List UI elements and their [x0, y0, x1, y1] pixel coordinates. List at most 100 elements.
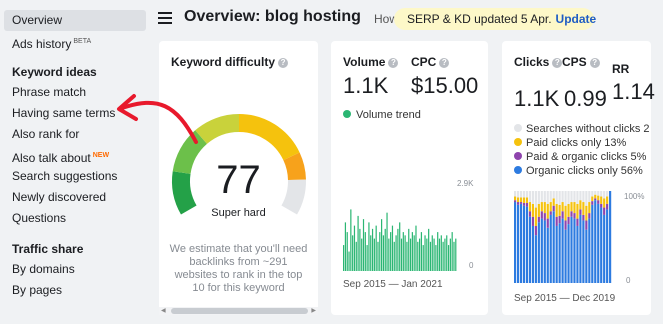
- clicks-bar-segment: [588, 202, 591, 214]
- clicks-bar-segment: [582, 191, 585, 203]
- clicks-bar-segment: [537, 222, 540, 283]
- scrollbar-thumb[interactable]: [171, 308, 308, 314]
- clicks-bar-segment: [514, 202, 517, 283]
- volume-bar: [408, 228, 410, 271]
- clicks-bar-segment: [603, 214, 606, 283]
- volume-bar: [381, 219, 383, 271]
- clicks-bar-segment: [579, 200, 582, 210]
- clicks-bar-segment: [546, 227, 549, 283]
- sidebar-item-newly-discovered[interactable]: Newly discovered: [0, 187, 156, 208]
- clicks-bar-segment: [549, 202, 552, 212]
- clicks-bar-segment: [609, 191, 612, 283]
- clicks-bar-segment: [597, 191, 600, 196]
- clicks-bar-segment: [591, 201, 594, 205]
- volume-bar: [348, 251, 350, 271]
- clicks-bar-segment: [561, 191, 564, 203]
- sidebar-item-also-rank-for[interactable]: Also rank for: [0, 124, 156, 145]
- clicks-bar-segment: [606, 191, 609, 197]
- sidebar-item-label: Ads history: [12, 37, 72, 51]
- clicks-bar-segment: [600, 207, 603, 283]
- clicks-bar-segment: [564, 229, 567, 283]
- volume-card: Volume? CPC? 1.1K $15.00 Volume trend 2.…: [331, 41, 488, 315]
- sidebar-item-overview[interactable]: Overview: [4, 10, 146, 31]
- clicks-bar-segment: [600, 203, 603, 208]
- y-axis-min-label: 0: [469, 261, 474, 270]
- sidebar-item-label: Also talk about: [12, 151, 91, 165]
- date-range-label: Sep 2015 — Dec 2019: [514, 293, 616, 304]
- sidebar-item-by-pages[interactable]: By pages: [0, 280, 156, 301]
- cpc-title: CPC?: [411, 55, 450, 69]
- sidebar-item-by-domains[interactable]: By domains: [0, 259, 156, 280]
- clicks-bar-segment: [514, 191, 517, 197]
- clicks-bar-segment: [531, 203, 534, 217]
- clicks-bar-segment: [555, 203, 558, 217]
- update-link[interactable]: Update: [556, 12, 597, 26]
- volume-bar: [343, 245, 345, 271]
- date-range-label: Sep 2015 — Jan 2021: [343, 279, 443, 290]
- clicks-bar-segment: [549, 214, 552, 283]
- clicks-legend: Searches without clicks 2 Paid clicks on…: [514, 122, 654, 178]
- y-axis-min-label: 0: [626, 276, 631, 285]
- volume-bar: [377, 241, 379, 271]
- help-icon[interactable]: ?: [278, 58, 289, 68]
- clicks-bar-segment: [514, 200, 517, 203]
- clicks-bar-segment: [555, 225, 558, 283]
- clicks-bar-segment: [519, 197, 523, 203]
- update-notice: SERP & KD updated 5 Apr. Update: [394, 8, 597, 30]
- sidebar-item-phrase-match[interactable]: Phrase match: [0, 82, 156, 103]
- clicks-bar-segment: [552, 198, 555, 206]
- sidebar-item-having-same-terms[interactable]: Having same terms: [0, 103, 156, 124]
- volume-bar: [350, 209, 352, 271]
- scroll-left-icon[interactable]: ◀: [161, 307, 166, 314]
- help-icon[interactable]: ?: [552, 58, 563, 68]
- clicks-bar-segment: [534, 191, 537, 208]
- clicks-bar-segment: [555, 191, 558, 204]
- clicks-bar-segment: [558, 223, 561, 283]
- clicks-bar-segment: [603, 191, 606, 199]
- volume-bar: [406, 241, 408, 271]
- volume-bar: [428, 228, 430, 271]
- volume-bar: [415, 225, 417, 271]
- clicks-bar-segment: [567, 216, 570, 225]
- clicks-bar-segment: [576, 191, 579, 204]
- clicks-bar-segment: [570, 191, 573, 203]
- clicks-bar-segment: [603, 198, 606, 208]
- clicks-value: 1.1K: [514, 86, 560, 111]
- legend-dot-icon: [343, 110, 351, 118]
- volume-title-label: Volume: [343, 55, 386, 69]
- legend-dot-icon: [514, 152, 522, 160]
- clicks-bar-segment: [543, 202, 546, 214]
- clicks-bar-segment: [573, 218, 576, 283]
- horizontal-scrollbar[interactable]: ◀ ▶: [159, 307, 318, 315]
- sidebar-item-ads-history[interactable]: Ads history BETA: [0, 31, 156, 52]
- clicks-bar-segment: [525, 202, 529, 207]
- sidebar-item-search-suggestions[interactable]: Search suggestions: [0, 166, 156, 187]
- clicks-title-label: Clicks: [514, 55, 550, 69]
- menu-icon[interactable]: [158, 12, 172, 27]
- help-icon[interactable]: ?: [589, 58, 600, 68]
- help-icon[interactable]: ?: [439, 58, 450, 68]
- scroll-right-icon[interactable]: ▶: [311, 307, 316, 314]
- volume-bar: [399, 222, 401, 271]
- clicks-bar-segment: [567, 203, 570, 217]
- clicks-bar-segment: [561, 202, 564, 212]
- clicks-bar-segment: [552, 191, 555, 199]
- clicks-bar-segment: [549, 191, 552, 203]
- clicks-bar-segment: [540, 191, 543, 203]
- clicks-bar-segment: [534, 225, 537, 236]
- sidebar-item-questions[interactable]: Questions: [0, 208, 156, 229]
- clicks-bar-segment: [522, 197, 526, 203]
- clicks-bar-segment: [591, 196, 594, 202]
- clicks-bar-segment: [561, 218, 564, 283]
- clicks-bar-segment: [537, 216, 540, 223]
- help-icon[interactable]: ?: [388, 58, 399, 68]
- sidebar-item-also-talk-about[interactable]: Also talk about NEW: [0, 145, 156, 166]
- notice-text: SERP & KD updated 5 Apr.: [407, 12, 552, 26]
- cps-title-label: CPS: [562, 55, 587, 69]
- clicks-bar-segment: [546, 203, 549, 219]
- clicks-bar-segment: [525, 206, 529, 283]
- volume-bar: [449, 238, 451, 271]
- volume-bar: [373, 238, 375, 271]
- volume-title: Volume?: [343, 55, 399, 69]
- volume-bar: [371, 228, 374, 271]
